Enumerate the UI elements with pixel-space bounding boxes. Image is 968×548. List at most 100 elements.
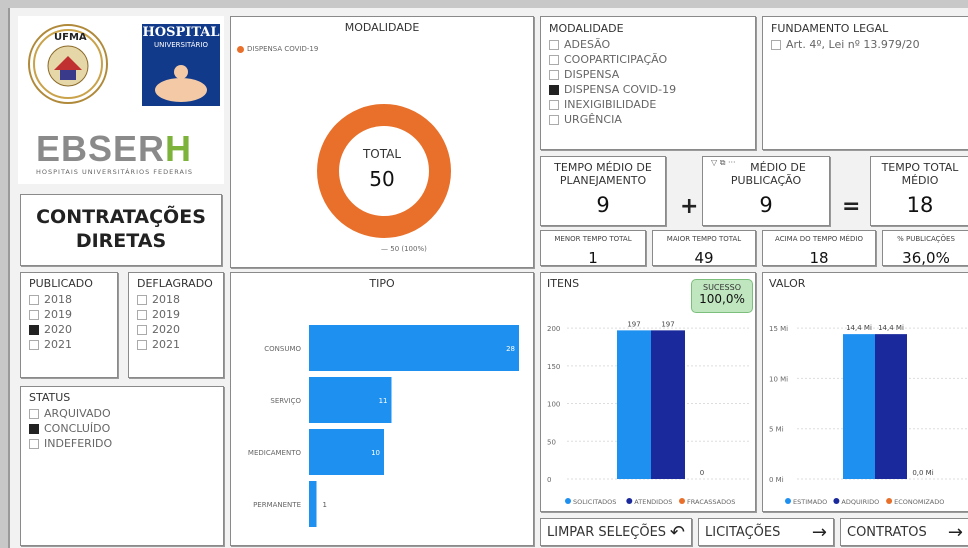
kpi-publicacoes-value: 36,0% xyxy=(902,249,950,267)
tipo-bar-chart[interactable]: CONSUMO 28 SERVIÇO 11 MEDICAMENTO 10 PERMANENT… xyxy=(231,273,535,547)
checkbox-icon[interactable] xyxy=(29,438,39,449)
checkbox-icon[interactable] xyxy=(137,339,147,350)
bar-value-label: 197 xyxy=(627,320,640,328)
legend-label: ESTIMADO xyxy=(793,498,827,506)
publicado-option[interactable]: 2020 xyxy=(29,322,109,337)
kpi-maior-label: MAIOR TEMPO TOTAL xyxy=(666,235,742,243)
visual-header-icons[interactable]: ▽ ⧉ ··· xyxy=(711,158,736,168)
modalidade_slicer-option[interactable]: DISPENSA xyxy=(549,67,747,82)
checkbox-icon[interactable] xyxy=(137,294,147,305)
legend-label: SOLICITADOS xyxy=(573,498,616,506)
checkbox-icon[interactable] xyxy=(771,39,781,50)
undo-icon: ↶ xyxy=(669,521,685,543)
donut-chart[interactable] xyxy=(231,17,535,269)
modalidade_slicer-option[interactable]: INEXIGIBILIDADE xyxy=(549,97,747,112)
tipo-value-label: 10 xyxy=(371,449,380,457)
tipo-value-label: 28 xyxy=(506,345,515,353)
checkbox-icon[interactable] xyxy=(549,69,559,80)
modalidade-slicer-list: ADESÃO COOPARTICIPAÇÃO DISPENSA DISPENSA CO… xyxy=(549,37,747,127)
publicado-option[interactable]: 2021 xyxy=(29,337,109,352)
status-option-label: INDEFERIDO xyxy=(44,437,113,450)
kpi-total: TEMPO TOTAL MÉDIO 18 xyxy=(870,156,968,226)
y-tick-label: 10 Mi xyxy=(769,375,788,383)
legend-dot-icon xyxy=(785,498,791,504)
checkbox-icon[interactable] xyxy=(29,339,39,350)
checkbox-icon[interactable] xyxy=(549,99,559,110)
deflagrado-option[interactable]: 2021 xyxy=(137,337,215,352)
contratos-button[interactable]: CONTRATOS → xyxy=(840,518,968,546)
status-slicer: STATUS ARQUIVADO CONCLUÍDO INDEFERIDO xyxy=(20,386,224,546)
legend-dot-icon xyxy=(679,498,685,504)
kpi-total-label2: MÉDIO xyxy=(901,174,939,187)
bar xyxy=(651,330,685,479)
plus-sign: + xyxy=(680,194,699,219)
checkbox-icon[interactable] xyxy=(29,408,39,419)
legend-label: ADQUIRIDO xyxy=(841,498,879,506)
status-option[interactable]: INDEFERIDO xyxy=(29,436,215,451)
modalidade_slicer-option[interactable]: URGÊNCIA xyxy=(549,112,747,127)
checkbox-icon[interactable] xyxy=(549,84,559,95)
checkbox-icon[interactable] xyxy=(29,294,39,305)
ebserh-brand: EBSER xyxy=(36,128,166,169)
licitacoes-button[interactable]: LICITAÇÕES → xyxy=(698,518,834,546)
checkbox-icon[interactable] xyxy=(549,114,559,125)
modalidade_slicer-option[interactable]: DISPENSA COVID-19 xyxy=(549,82,747,97)
arrow-right-icon: → xyxy=(811,521,827,543)
y-tick-label: 0 Mi xyxy=(769,476,784,484)
publicado-slicer-list: 2018 2019 2020 2021 xyxy=(29,292,109,352)
valor-bar-chart[interactable]: 0 Mi 5 Mi 10 Mi 15 Mi 14,4 Mi 14,4 Mi 0,0 Mi ES… xyxy=(763,273,968,513)
limpar-selecoes-button[interactable]: LIMPAR SELEÇÕES ↶ xyxy=(540,518,692,546)
checkbox-icon[interactable] xyxy=(29,309,39,320)
kpi-menor-label: MENOR TEMPO TOTAL xyxy=(554,235,632,243)
publicado-option[interactable]: 2019 xyxy=(29,307,109,322)
kpi-acima: ACIMA DO TEMPO MÉDIO 18 xyxy=(762,230,876,267)
fundamento-option-label: Art. 4º, Lei nº 13.979/20 xyxy=(786,38,920,51)
contratos-label: CONTRATOS xyxy=(847,524,927,540)
publicado-option-label: 2020 xyxy=(44,323,72,336)
checkbox-icon[interactable] xyxy=(549,54,559,65)
kpi-planejamento-label1: TEMPO MÉDIO DE xyxy=(554,161,652,174)
fundamento-option[interactable]: Art. 4º, Lei nº 13.979/20 xyxy=(771,37,963,52)
status-option[interactable]: CONCLUÍDO xyxy=(29,421,215,436)
kpi-menor: MENOR TEMPO TOTAL 1 xyxy=(540,230,646,267)
checkbox-icon[interactable] xyxy=(137,324,147,335)
tipo-category-label: SERVIÇO xyxy=(270,397,301,405)
status-option[interactable]: ARQUIVADO xyxy=(29,406,215,421)
checkbox-icon[interactable] xyxy=(137,309,147,320)
kpi-maior-value: 49 xyxy=(694,249,714,267)
deflagrado-option[interactable]: 2020 xyxy=(137,322,215,337)
deflagrado-option[interactable]: 2019 xyxy=(137,307,215,322)
publicado-slicer: PUBLICADO 2018 2019 2020 2021 xyxy=(20,272,118,378)
ebserh-tagline: HOSPITAIS UNIVERSITÁRIOS FEDERAIS xyxy=(36,168,193,176)
valor-chart-card: VALOR 0 Mi 5 Mi 10 Mi 15 Mi 14,4 Mi 14,4 Mi 0,… xyxy=(762,272,968,512)
donut-slice-label-text: 50 (100%) xyxy=(390,245,427,253)
checkbox-icon[interactable] xyxy=(549,39,559,50)
checkbox-icon[interactable] xyxy=(29,324,39,335)
kpi-planejamento-label2: PLANEJAMENTO xyxy=(559,174,647,187)
bar xyxy=(875,334,907,479)
modalidade_slicer-option-label: INEXIGIBILIDADE xyxy=(564,98,657,111)
modalidade-slicer-title: MODALIDADE xyxy=(549,22,624,35)
y-tick-label: 200 xyxy=(547,325,560,333)
itens-bar-chart[interactable]: 0 50 100 150 200 197 197 0 SOLICITADOS ATENDIDOS F… xyxy=(541,273,757,513)
deflagrado-option[interactable]: 2018 xyxy=(137,292,215,307)
modalidade_slicer-option[interactable]: ADESÃO xyxy=(549,37,747,52)
y-tick-label: 50 xyxy=(547,438,556,446)
deflagrado-slicer: DEFLAGRADO 2018 2019 2020 2021 xyxy=(128,272,224,378)
donut-center-label: TOTAL xyxy=(362,147,402,161)
y-tick-label: 15 Mi xyxy=(769,325,788,333)
kpi-maior: MAIOR TEMPO TOTAL 49 xyxy=(652,230,756,267)
tipo-value-label: 11 xyxy=(379,397,388,405)
deflagrado-option-label: 2020 xyxy=(152,323,180,336)
kpi-publicacao-value: 9 xyxy=(759,193,773,217)
publicado-option[interactable]: 2018 xyxy=(29,292,109,307)
status-option-label: ARQUIVADO xyxy=(44,407,111,420)
kpi-acima-value: 18 xyxy=(809,249,829,267)
checkbox-icon[interactable] xyxy=(29,423,39,434)
bar-value-label: 14,4 Mi xyxy=(846,324,872,332)
modalidade_slicer-option[interactable]: COOPARTICIPAÇÃO xyxy=(549,52,747,67)
y-tick-label: 0 xyxy=(547,476,551,484)
fundamento-slicer: FUNDAMENTO LEGAL Art. 4º, Lei nº 13.979/… xyxy=(762,16,968,150)
hospital-logo: HOSPITAL UNIVERSITÁRIO xyxy=(142,24,220,108)
bar xyxy=(843,334,875,479)
